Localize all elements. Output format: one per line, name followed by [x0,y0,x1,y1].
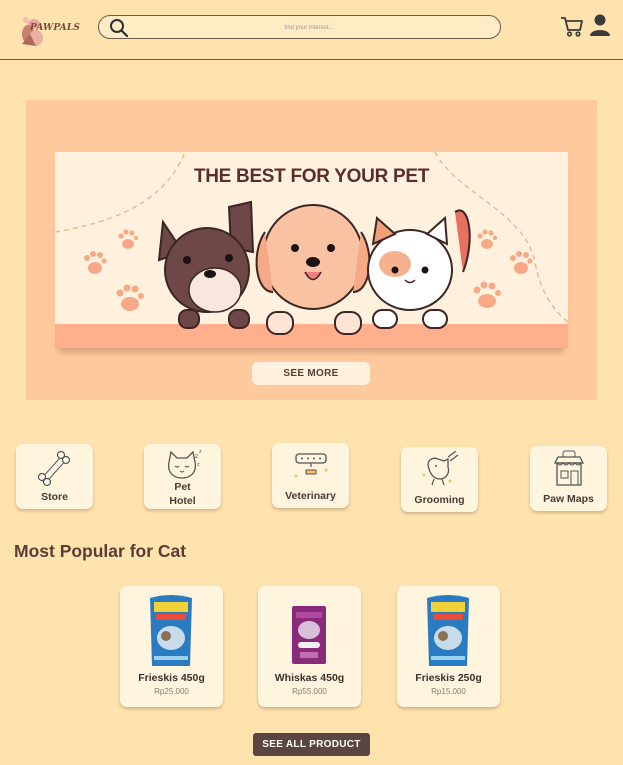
product-image [427,595,469,666]
pet-shop-icon [553,450,584,486]
hero-banner[interactable]: THE BEST FOR YOUR PET SEE MORE [26,100,597,400]
search-input[interactable] [139,19,479,36]
search-icon[interactable] [109,18,129,38]
product-price: Rp55.000 [292,687,327,696]
product-card[interactable]: Frieskis 450g Rp25.000 [120,586,223,707]
product-image [150,595,192,666]
category-hotel-label: Hotel [169,495,196,507]
category-store[interactable]: Store [16,444,93,509]
pet-collar-icon [293,453,328,478]
banner-card: THE BEST FOR YOUR PET [55,152,568,348]
golden-dog-illustration [255,204,371,335]
product-card[interactable]: Frieskis 250g Rp15.000 [397,586,500,707]
product-image [292,606,326,664]
logo-text: PAWPALS [30,23,81,33]
sleeping-cat-icon: z z z [167,449,202,479]
product-name: Whiskas 450g [274,672,345,684]
section-title: Most Popular for Cat [14,541,187,561]
category-veterinary-label: Veterinary [285,490,336,502]
cat-illustration [367,209,471,329]
svg-text:z: z [199,449,202,455]
see-all-product-button[interactable]: SEE ALL PRODUCT [253,733,370,756]
grooming-dog-icon [422,451,458,486]
product-price: Rp25.000 [154,687,189,696]
category-grooming-label: Grooming [414,494,465,506]
see-more-button[interactable]: SEE MORE [252,362,370,385]
bone-icon [37,450,70,487]
category-pet-label: Pet [174,481,191,493]
user-icon[interactable] [589,13,611,37]
category-paw-maps-label: Paw Maps [543,493,594,505]
search-bar[interactable] [98,15,501,39]
product-name: Frieskis 450g [138,672,205,684]
category-veterinary[interactable]: Veterinary [272,443,349,508]
category-pet-hotel[interactable]: z z z Pet Hotel [144,444,221,509]
product-price: Rp15.000 [431,687,466,696]
header: PAWPALS [0,0,623,60]
category-store-label: Store [41,491,68,503]
svg-text:z: z [195,453,198,460]
banner-title: THE BEST FOR YOUR PET [193,166,430,187]
category-paw-maps[interactable]: Paw Maps [530,446,607,511]
product-name: Frieskis 250g [415,672,482,684]
svg-text:z: z [197,462,200,468]
dark-dog-illustration [157,200,255,329]
product-card[interactable]: Whiskas 450g Rp55.000 [258,586,361,707]
category-grooming[interactable]: Grooming [401,447,478,512]
cart-icon[interactable] [560,14,584,38]
